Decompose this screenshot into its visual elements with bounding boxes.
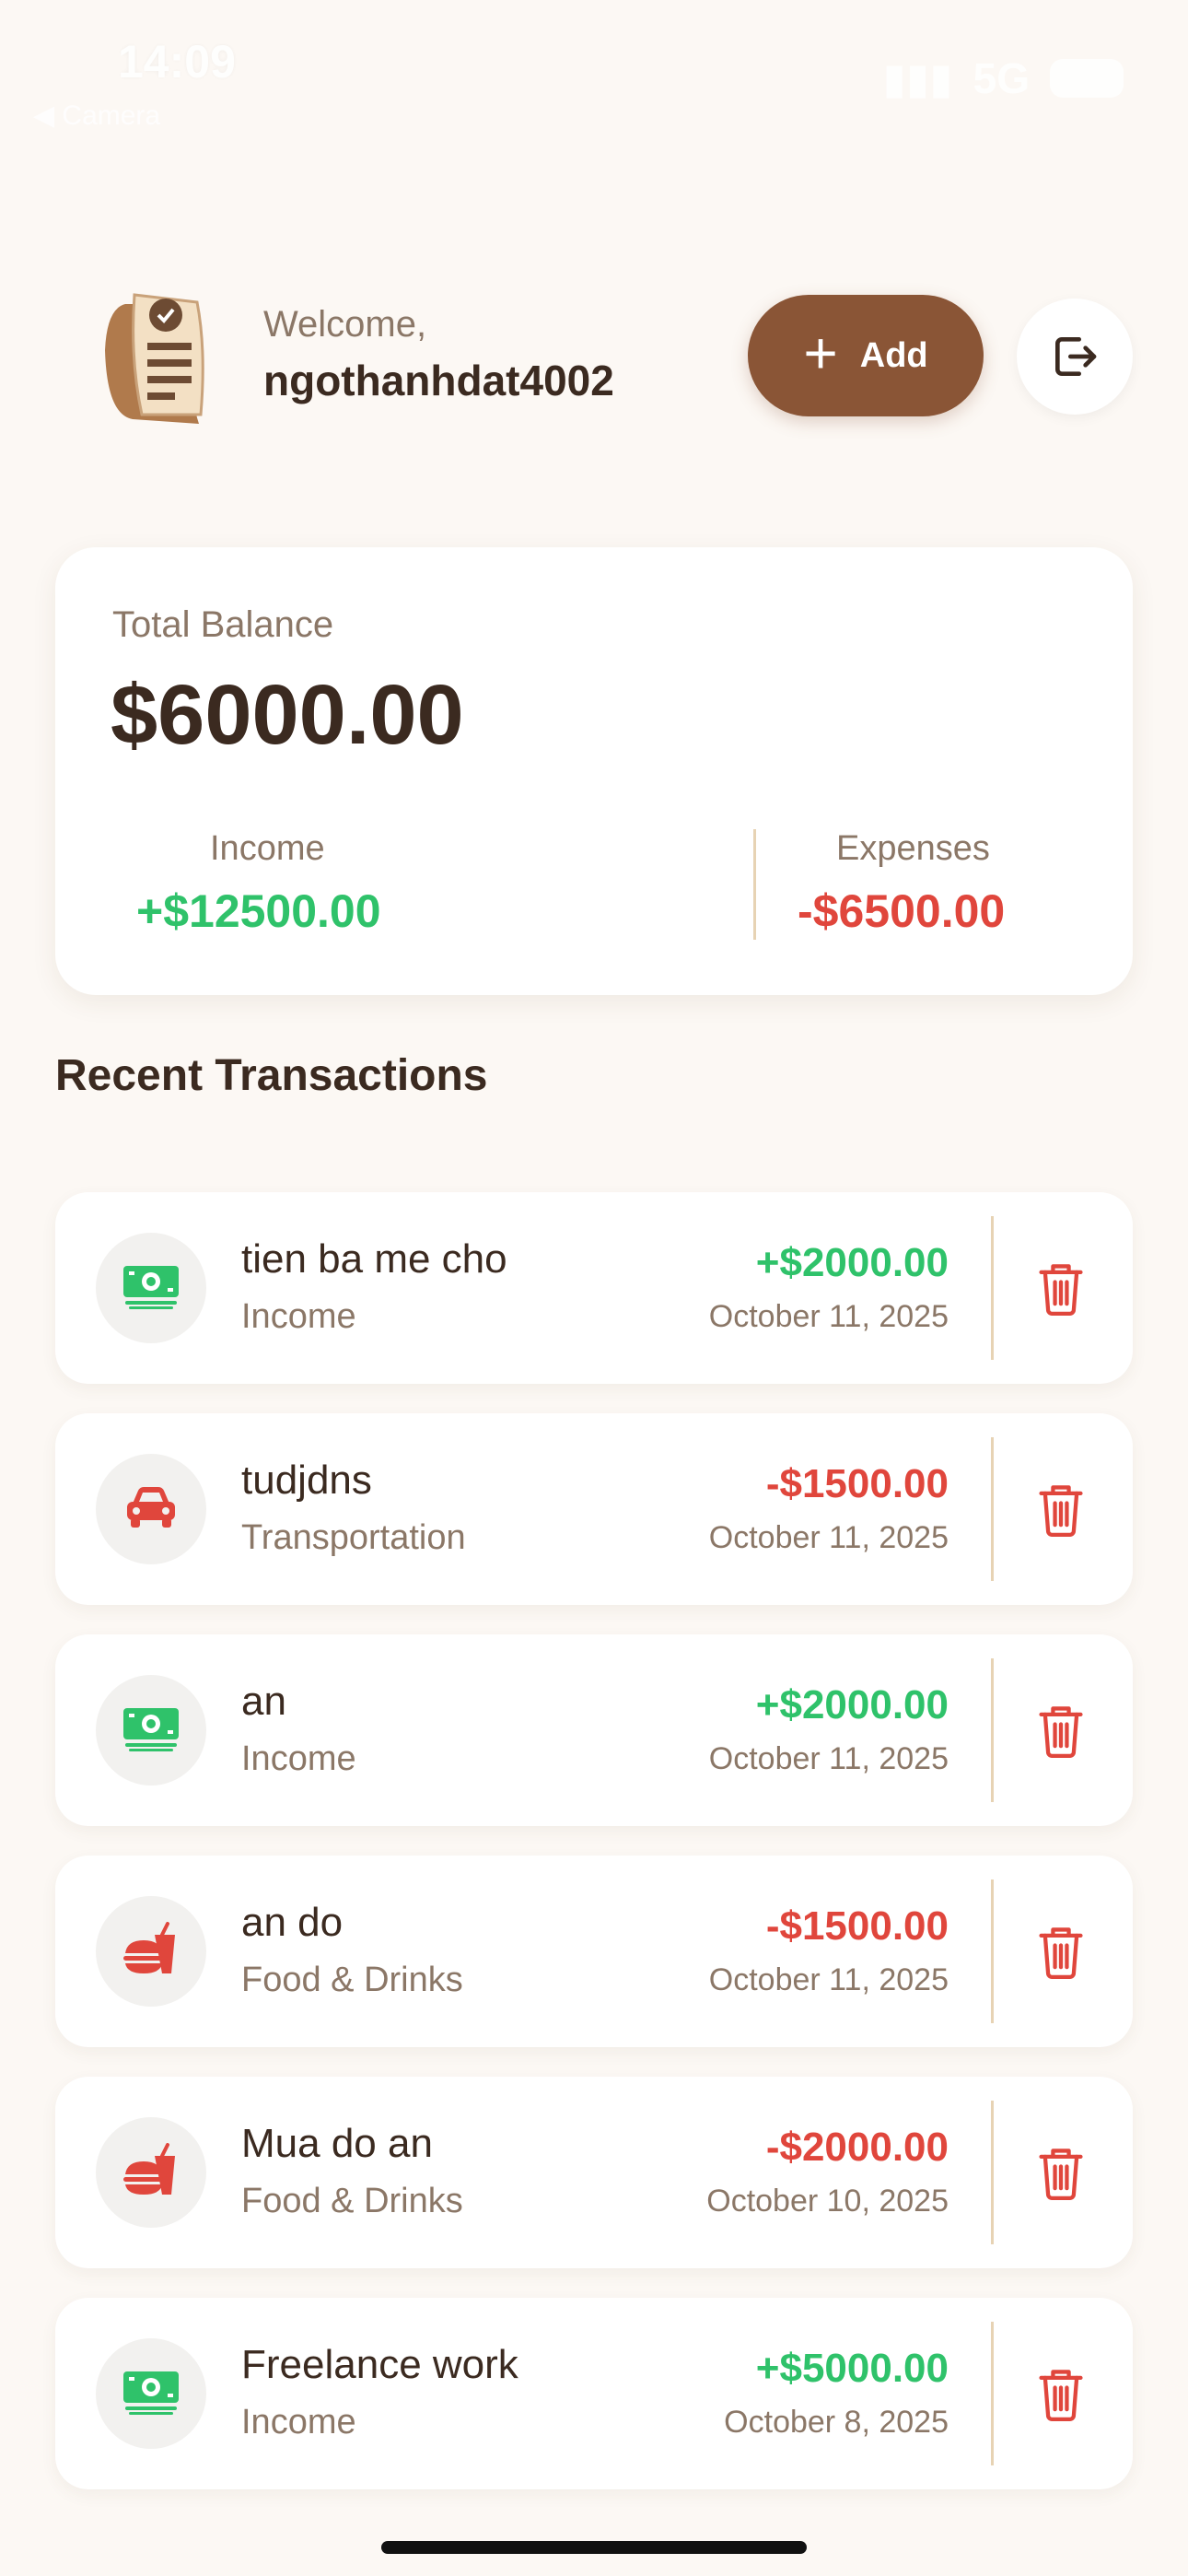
add-transaction-button[interactable]: + Add [748, 295, 984, 416]
trash-icon [1037, 1260, 1085, 1320]
total-balance-value: $6000.00 [111, 668, 464, 762]
balance-card: Total Balance $6000.00 Income +$12500.00… [55, 547, 1133, 995]
expenses-value: -$6500.00 [798, 885, 1006, 937]
transaction-row[interactable]: an Income +$2000.00 October 11, 2025 [55, 1634, 1133, 1826]
transaction-category: Food & Drinks [241, 1961, 463, 1999]
income-value: +$12500.00 [136, 885, 381, 937]
add-button-label: Add [859, 335, 928, 375]
transaction-date: October 8, 2025 [724, 2405, 949, 2440]
trash-icon [1037, 1703, 1085, 1762]
transaction-category: Income [241, 1739, 356, 1778]
trash-icon [1037, 1481, 1085, 1541]
divider [753, 829, 756, 940]
status-bar: 14:09 ◀ Camera ▮▮▮ 5G [0, 0, 1188, 157]
category-icon-badge [96, 1233, 206, 1343]
delete-button[interactable] [1024, 1253, 1098, 1327]
transaction-category: Income [241, 2403, 356, 2441]
signal-icon: ▮▮▮ [882, 54, 953, 102]
delete-button[interactable] [1024, 2359, 1098, 2432]
transaction-amount: -$2000.00 [765, 2125, 949, 2170]
transaction-row[interactable]: an do Food & Drinks -$1500.00 October 11… [55, 1856, 1133, 2047]
divider [991, 1216, 994, 1360]
money-icon [122, 1704, 181, 1757]
transaction-title: an [241, 1679, 286, 1724]
username: ngothanhdat4002 [263, 357, 614, 404]
transaction-date: October 11, 2025 [708, 1520, 949, 1555]
divider [991, 2322, 994, 2465]
transaction-amount: -$1500.00 [765, 1903, 949, 1949]
transaction-amount: +$2000.00 [755, 1682, 949, 1727]
trash-icon [1037, 1924, 1085, 1984]
divider [991, 1658, 994, 1802]
app-logo [88, 286, 217, 433]
header: Welcome, ngothanhdat4002 + Add [0, 276, 1188, 442]
welcome-label: Welcome, [263, 304, 427, 345]
total-balance-label: Total Balance [112, 604, 334, 645]
transaction-date: October 11, 2025 [708, 1741, 949, 1776]
back-to-app-link[interactable]: ◀ Camera [33, 100, 160, 132]
logout-button[interactable] [1017, 299, 1133, 415]
transaction-row[interactable]: tien ba me cho Income +$2000.00 October … [55, 1192, 1133, 1384]
delete-button[interactable] [1024, 1916, 1098, 1990]
expenses-label: Expenses [836, 829, 990, 868]
car-icon [123, 1485, 179, 1534]
money-icon [122, 1262, 181, 1315]
plus-icon: + [803, 320, 838, 386]
transaction-title: Mua do an [241, 2121, 433, 2166]
transaction-list: tien ba me cho Income +$2000.00 October … [55, 1192, 1133, 2519]
delete-button[interactable] [1024, 1695, 1098, 1769]
status-time: 14:09 [118, 36, 236, 88]
money-icon [122, 2368, 181, 2420]
transaction-amount: +$5000.00 [755, 2346, 949, 2391]
transaction-row[interactable]: Freelance work Income +$5000.00 October … [55, 2298, 1133, 2489]
income-label: Income [210, 829, 325, 868]
trash-icon [1037, 2366, 1085, 2426]
transaction-category: Income [241, 1297, 356, 1336]
transaction-category: Food & Drinks [241, 2182, 463, 2220]
transaction-date: October 10, 2025 [706, 2184, 949, 2219]
transaction-title: tudjdns [241, 1458, 372, 1503]
battery-icon [1050, 59, 1124, 98]
network-label: 5G [973, 54, 1030, 102]
category-icon-badge [96, 1896, 206, 2007]
divider [991, 1437, 994, 1581]
transaction-amount: -$1500.00 [765, 1461, 949, 1506]
transaction-title: tien ba me cho [241, 1236, 507, 1282]
logout-icon [1055, 337, 1097, 376]
section-title: Recent Transactions [55, 1051, 488, 1100]
transaction-amount: +$2000.00 [755, 1240, 949, 1285]
delete-button[interactable] [1024, 1474, 1098, 1548]
transaction-row[interactable]: Mua do an Food & Drinks -$2000.00 Octobe… [55, 2077, 1133, 2268]
category-icon-badge [96, 2117, 206, 2228]
fastfood-icon [122, 1921, 181, 1982]
transaction-date: October 11, 2025 [708, 1962, 949, 1997]
delete-button[interactable] [1024, 2137, 1098, 2211]
transaction-row[interactable]: tudjdns Transportation -$1500.00 October… [55, 1413, 1133, 1605]
category-icon-badge [96, 1675, 206, 1786]
transaction-title: an do [241, 1900, 344, 1945]
transaction-category: Transportation [241, 1518, 466, 1557]
divider [991, 1879, 994, 2023]
home-indicator[interactable] [381, 2541, 807, 2554]
category-icon-badge [96, 1454, 206, 1564]
transaction-date: October 11, 2025 [708, 1299, 949, 1334]
category-icon-badge [96, 2338, 206, 2449]
trash-icon [1037, 2145, 1085, 2205]
fastfood-icon [122, 2142, 181, 2203]
transaction-title: Freelance work [241, 2342, 518, 2387]
divider [991, 2101, 994, 2244]
status-indicators: ▮▮▮ 5G [883, 53, 1124, 103]
